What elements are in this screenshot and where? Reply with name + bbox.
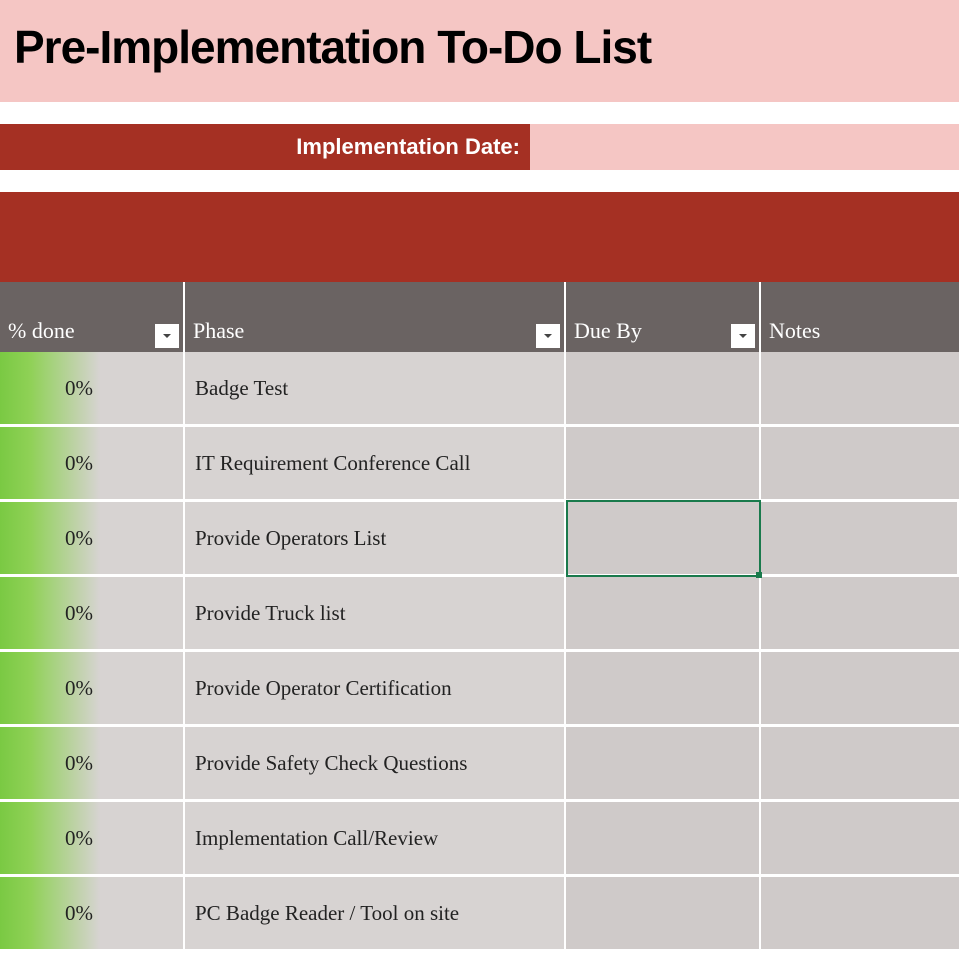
cell-done[interactable]: 0%	[0, 427, 185, 499]
phase-value: Provide Safety Check Questions	[195, 751, 467, 776]
phase-value: Badge Test	[195, 376, 288, 401]
cell-done[interactable]: 0%	[0, 802, 185, 874]
cell-done[interactable]: 0%	[0, 502, 185, 574]
cell-done[interactable]: 0%	[0, 652, 185, 724]
header-notes-label: Notes	[769, 318, 820, 344]
table-row: 0% PC Badge Reader / Tool on site	[0, 877, 959, 952]
cell-done[interactable]: 0%	[0, 727, 185, 799]
cell-done[interactable]: 0%	[0, 877, 185, 949]
header-due: Due By	[566, 282, 761, 352]
table-body: 0% Badge Test 0% IT Requirement Conference …	[0, 352, 959, 952]
implementation-date-label: Implementation Date:	[0, 124, 530, 170]
table-row: 0% Provide Truck list	[0, 577, 959, 652]
table-row: 0% Provide Safety Check Questions	[0, 727, 959, 802]
table-header: % done Phase Due By Notes	[0, 282, 959, 352]
cell-due[interactable]	[566, 502, 761, 574]
filter-button-phase[interactable]	[536, 324, 560, 348]
implementation-date-row: Implementation Date:	[0, 124, 959, 170]
cell-due[interactable]	[566, 577, 761, 649]
cell-phase[interactable]: Implementation Call/Review	[185, 802, 566, 874]
table-row: 0% IT Requirement Conference Call	[0, 427, 959, 502]
header-done: % done	[0, 282, 185, 352]
cell-phase[interactable]: IT Requirement Conference Call	[185, 427, 566, 499]
cell-phase[interactable]: PC Badge Reader / Tool on site	[185, 877, 566, 949]
cell-due[interactable]	[566, 652, 761, 724]
table-row: 0% Badge Test	[0, 352, 959, 427]
cell-done[interactable]: 0%	[0, 577, 185, 649]
section-bar	[0, 192, 959, 282]
phase-value: Implementation Call/Review	[195, 826, 438, 851]
cell-notes[interactable]	[761, 877, 959, 949]
done-value: 0%	[65, 526, 93, 551]
cell-phase[interactable]: Provide Safety Check Questions	[185, 727, 566, 799]
table-row: 0% Provide Operator Certification	[0, 652, 959, 727]
phase-value: IT Requirement Conference Call	[195, 451, 470, 476]
cell-notes[interactable]	[761, 652, 959, 724]
cell-notes[interactable]	[761, 727, 959, 799]
table-row: 0% Implementation Call/Review	[0, 802, 959, 877]
phase-value: Provide Operator Certification	[195, 676, 452, 701]
phase-value: Provide Truck list	[195, 601, 346, 626]
filter-button-due[interactable]	[731, 324, 755, 348]
done-value: 0%	[65, 901, 93, 926]
phase-value: Provide Operators List	[195, 526, 386, 551]
table-row: 0% Provide Operators List	[0, 502, 959, 577]
title-bar: Pre-Implementation To-Do List	[0, 0, 959, 102]
chevron-down-icon	[542, 330, 554, 342]
cell-phase[interactable]: Provide Truck list	[185, 577, 566, 649]
header-done-label: % done	[8, 318, 75, 344]
phase-value: PC Badge Reader / Tool on site	[195, 901, 459, 926]
cell-notes[interactable]	[761, 502, 959, 574]
cell-notes[interactable]	[761, 577, 959, 649]
cell-phase[interactable]: Provide Operator Certification	[185, 652, 566, 724]
cell-notes[interactable]	[761, 802, 959, 874]
cell-due[interactable]	[566, 802, 761, 874]
header-due-label: Due By	[574, 318, 642, 344]
cell-done[interactable]: 0%	[0, 352, 185, 424]
implementation-date-value[interactable]	[530, 124, 959, 170]
cell-notes[interactable]	[761, 427, 959, 499]
done-value: 0%	[65, 826, 93, 851]
spacer	[0, 170, 959, 192]
cell-phase[interactable]: Badge Test	[185, 352, 566, 424]
filter-button-done[interactable]	[155, 324, 179, 348]
chevron-down-icon	[161, 330, 173, 342]
page-title: Pre-Implementation To-Do List	[14, 20, 945, 74]
spacer	[0, 102, 959, 124]
done-value: 0%	[65, 751, 93, 776]
cell-notes[interactable]	[761, 352, 959, 424]
cell-due[interactable]	[566, 727, 761, 799]
header-notes: Notes	[761, 282, 959, 352]
cell-due[interactable]	[566, 427, 761, 499]
cell-due[interactable]	[566, 877, 761, 949]
done-value: 0%	[65, 376, 93, 401]
done-value: 0%	[65, 451, 93, 476]
header-phase: Phase	[185, 282, 566, 352]
header-phase-label: Phase	[193, 318, 244, 344]
done-value: 0%	[65, 601, 93, 626]
cell-due[interactable]	[566, 352, 761, 424]
done-value: 0%	[65, 676, 93, 701]
chevron-down-icon	[737, 330, 749, 342]
cell-phase[interactable]: Provide Operators List	[185, 502, 566, 574]
